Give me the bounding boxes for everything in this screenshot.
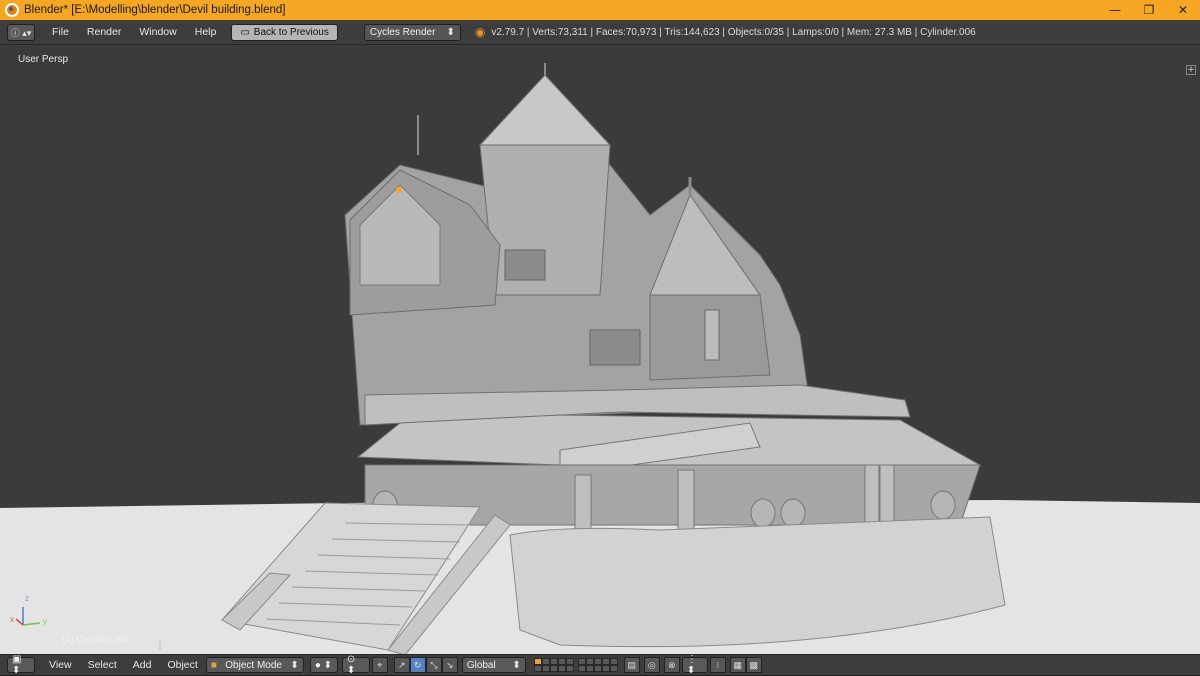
layer-cell[interactable] bbox=[609, 665, 618, 672]
column bbox=[677, 469, 695, 538]
render-preview-icon[interactable]: ▦ bbox=[729, 657, 746, 673]
snap-target-icon[interactable]: ⁝ bbox=[709, 657, 726, 673]
menu-help[interactable]: Help bbox=[186, 26, 226, 38]
proportional-edit-icon[interactable]: ◎ bbox=[643, 657, 660, 673]
view-perspective-label: User Persp bbox=[18, 54, 69, 65]
layer-cell[interactable] bbox=[593, 658, 602, 665]
back-to-previous-button[interactable]: ▭ Back to Previous bbox=[231, 23, 338, 41]
layer-cell[interactable] bbox=[541, 658, 550, 665]
scene-render bbox=[0, 63, 1200, 654]
column bbox=[574, 474, 592, 538]
layer-cell[interactable] bbox=[609, 658, 618, 665]
scale-manipulator-icon[interactable]: ⤡ bbox=[425, 657, 442, 673]
layer-cell[interactable] bbox=[601, 665, 610, 672]
layer-cell[interactable] bbox=[565, 658, 574, 665]
column bbox=[864, 464, 880, 531]
blender-stats-icon: ◉ bbox=[474, 25, 486, 39]
render-engine-select[interactable]: Cycles Render ⬍ bbox=[363, 23, 461, 41]
layer-cell[interactable] bbox=[577, 658, 586, 665]
urn bbox=[930, 490, 956, 520]
active-object-label: (1) Cylinder.006 bbox=[62, 634, 130, 645]
layer-cell[interactable] bbox=[541, 665, 550, 672]
back-to-previous-label: Back to Previous bbox=[253, 26, 329, 38]
minimize-button[interactable]: — bbox=[1098, 0, 1132, 20]
mid-window bbox=[589, 329, 641, 366]
pivot-icon: ⊙ ⬍ bbox=[346, 654, 356, 676]
close-button[interactable]: ✕ bbox=[1166, 0, 1200, 20]
viewport-shading-select[interactable]: ● ⬍ bbox=[309, 657, 338, 673]
transform-icon[interactable]: ↘ bbox=[441, 657, 458, 673]
menu-object[interactable]: Object bbox=[159, 659, 205, 671]
round-tower-window bbox=[704, 309, 720, 361]
translate-manipulator-icon[interactable]: ↗ bbox=[393, 657, 410, 673]
layer-cell[interactable] bbox=[593, 665, 602, 672]
axis-z-label: z bbox=[25, 594, 29, 603]
rotate-manipulator-icon[interactable]: ↻ bbox=[409, 657, 426, 673]
layer-grid-left[interactable] bbox=[533, 658, 574, 672]
snap-element-icon: ⋮ ⬍ bbox=[686, 654, 697, 676]
menu-add[interactable]: Add bbox=[125, 659, 160, 671]
orientation-label: Global bbox=[466, 659, 496, 671]
menu-file[interactable]: File bbox=[43, 26, 78, 38]
mode-label: Object Mode bbox=[225, 659, 282, 671]
menu-window[interactable]: Window bbox=[130, 26, 185, 38]
object-mode-icon: ■ bbox=[210, 659, 217, 671]
blender-logo-icon bbox=[5, 3, 19, 17]
menu-view[interactable]: View bbox=[41, 659, 80, 671]
menu-render[interactable]: Render bbox=[78, 26, 130, 38]
layer-cell[interactable] bbox=[533, 665, 542, 672]
solid-shading-icon: ● ⬍ bbox=[314, 659, 333, 671]
pivot-point-select[interactable]: ⊙ ⬍ bbox=[341, 654, 370, 676]
lock-camera-icon[interactable]: ▤ bbox=[623, 657, 640, 673]
layer-cell[interactable] bbox=[557, 665, 566, 672]
axis-y-label: y bbox=[43, 617, 47, 626]
editor-type-selector-3d[interactable]: ▣ ⬍ bbox=[7, 654, 35, 676]
snap-toggle-icon[interactable]: ⊗ bbox=[663, 657, 680, 673]
dropdown-arrows-icon: ⬍ bbox=[290, 659, 299, 671]
3d-view-header: ▣ ⬍ View Select Add Object ■ Object Mode… bbox=[0, 654, 1200, 676]
window-titlebar: Blender* [E:\Modelling\blender\Devil bui… bbox=[0, 0, 1200, 20]
urn bbox=[780, 498, 806, 528]
layer-cell[interactable] bbox=[533, 658, 542, 665]
info-icon: ⓘ ▴▾ bbox=[10, 27, 32, 38]
urn bbox=[750, 498, 776, 528]
layer-cell[interactable] bbox=[557, 658, 566, 665]
maximize-button[interactable]: ❐ bbox=[1132, 0, 1166, 20]
layer-grid-right[interactable] bbox=[577, 658, 618, 672]
render-engine-label: Cycles Render bbox=[369, 26, 436, 38]
layer-cell[interactable] bbox=[577, 665, 586, 672]
render-animation-icon[interactable]: ▩ bbox=[745, 657, 762, 673]
screen-icon: ▭ bbox=[240, 26, 250, 38]
object-origin-dot bbox=[396, 187, 402, 193]
scene-stats: v2.79.7 | Verts:73,311 | Faces:70,973 | … bbox=[491, 26, 976, 38]
cube-icon: ▣ ⬍ bbox=[12, 654, 22, 676]
dropdown-arrows-icon: ⬍ bbox=[446, 26, 455, 38]
layer-cell[interactable] bbox=[565, 665, 574, 672]
column bbox=[879, 464, 895, 531]
toggle-properties-icon[interactable]: + bbox=[1186, 65, 1196, 75]
transform-orientation-select[interactable]: Global ⬍ bbox=[461, 657, 526, 673]
tower-roof bbox=[478, 74, 612, 146]
3d-viewport[interactable]: User Persp + z y x (1) Cylinder.006 bbox=[0, 45, 1200, 654]
layer-cell[interactable] bbox=[549, 665, 558, 672]
layer-cell[interactable] bbox=[549, 658, 558, 665]
tower-window bbox=[504, 249, 546, 281]
manipulator-toggle-icon[interactable]: ⌖ bbox=[371, 657, 388, 673]
window-title: Blender* [E:\Modelling\blender\Devil bui… bbox=[24, 4, 286, 16]
info-header: ⓘ ▴▾ File Render Window Help ▭ Back to P… bbox=[0, 20, 1200, 45]
layer-cell[interactable] bbox=[585, 665, 594, 672]
editor-type-selector[interactable]: ⓘ ▴▾ bbox=[7, 23, 35, 41]
axis-x-label: x bbox=[10, 615, 14, 624]
dropdown-arrows-icon: ⬍ bbox=[512, 659, 521, 671]
mode-select[interactable]: ■ Object Mode ⬍ bbox=[205, 657, 304, 673]
layer-cell[interactable] bbox=[585, 658, 594, 665]
layer-cell[interactable] bbox=[601, 658, 610, 665]
snap-element-select[interactable]: ⋮ ⬍ bbox=[681, 654, 708, 676]
menu-select[interactable]: Select bbox=[80, 659, 125, 671]
